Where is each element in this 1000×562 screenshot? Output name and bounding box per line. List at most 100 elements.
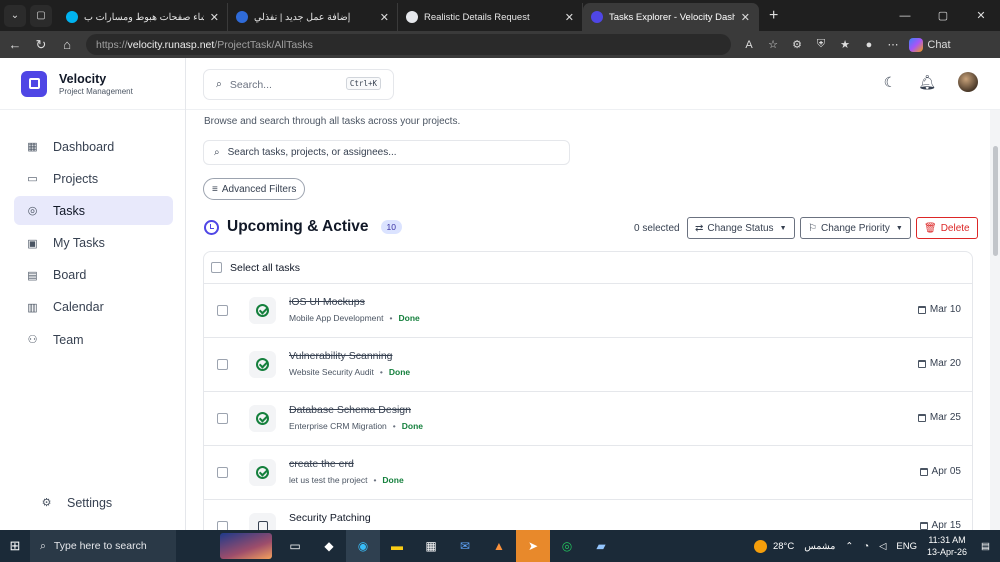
sidebar-item-my-tasks[interactable]: ▣ My Tasks — [14, 229, 173, 258]
task-title[interactable]: Database Schema Design — [289, 404, 411, 416]
chevron-up-icon[interactable]: ⌃ — [845, 541, 853, 552]
task-row[interactable]: Security Patching Apr 15 — [204, 500, 972, 530]
new-tab-button[interactable]: + — [769, 7, 778, 25]
advanced-filters-button[interactable]: ≡ Advanced Filters — [203, 178, 306, 200]
whatsapp-icon[interactable]: ◎ — [550, 530, 584, 562]
volume-icon[interactable]: ◁ — [879, 541, 886, 552]
weather-text[interactable]: مشمس — [804, 541, 835, 552]
tab-close-icon[interactable]: ✕ — [741, 11, 750, 24]
maximize-button[interactable]: ▢ — [924, 9, 962, 22]
temperature[interactable]: 28°C — [773, 541, 794, 552]
favorite-star-icon[interactable]: ☆ — [761, 38, 785, 51]
sidebar-item-projects[interactable]: ▭ Projects — [14, 164, 173, 193]
close-window-button[interactable]: ✕ — [962, 9, 1000, 22]
global-search-input[interactable]: ⌕ Search... Ctrl+K — [203, 69, 394, 100]
read-aloud-icon[interactable]: A — [737, 39, 761, 51]
task-project[interactable]: Mobile App Development — [289, 313, 384, 323]
search-highlight-image[interactable] — [220, 533, 272, 559]
notes-app-icon[interactable]: ▰ — [584, 530, 618, 562]
taskbar-search[interactable]: ⌕ Type here to search — [30, 530, 176, 562]
main-content: Browse and search through all tasks acro… — [186, 110, 1000, 530]
language-indicator[interactable]: ENG — [896, 541, 917, 552]
task-meta: Mobile App Development • Done — [289, 313, 420, 323]
sliders-icon: ≡ — [212, 183, 218, 195]
task-view-icon[interactable]: ▭ — [278, 530, 312, 562]
page-subtitle: Browse and search through all tasks acro… — [204, 116, 461, 127]
task-checkbox[interactable] — [217, 413, 228, 424]
profile-icon[interactable]: ● — [857, 39, 881, 51]
scrollbar-thumb[interactable] — [993, 146, 998, 256]
browser-tab[interactable]: Realistic Details Request ✕ — [398, 3, 583, 31]
notifications-icon[interactable]: ▤ — [981, 541, 990, 552]
workspaces-button[interactable]: ▢ — [30, 4, 52, 27]
tab-actions-button[interactable]: ⌄ — [4, 4, 26, 27]
bell-icon[interactable]: 🔔︎ — [918, 74, 936, 91]
task-title[interactable]: create the erd — [289, 458, 354, 470]
sidebar-item-board[interactable]: ▤ Board — [14, 261, 173, 290]
task-project[interactable]: Enterprise CRM Migration — [289, 421, 387, 431]
reload-icon[interactable]: ↻ — [28, 37, 54, 53]
copilot-app-icon[interactable]: ◆ — [312, 530, 346, 562]
task-checkbox[interactable] — [217, 305, 228, 316]
browser-tab[interactable]: إضافة عمل جديد | نفذلي ✕ — [228, 3, 398, 31]
task-project[interactable]: Website Security Audit — [289, 367, 374, 377]
task-row[interactable]: Vulnerability Scanning Website Security A… — [204, 338, 972, 392]
task-checkbox[interactable] — [217, 467, 228, 478]
avatar[interactable] — [958, 72, 978, 92]
mail-icon[interactable]: ✉ — [448, 530, 482, 562]
minimize-button[interactable]: — — [886, 10, 924, 22]
sidebar-item-dashboard[interactable]: ▦ Dashboard — [14, 132, 173, 161]
task-search-input[interactable]: ⌕ Search tasks, projects, or assignees..… — [203, 140, 570, 165]
task-title[interactable]: Security Patching — [289, 512, 371, 524]
edge-browser-icon[interactable]: ◉ — [346, 530, 380, 562]
extensions-icon[interactable]: ⚙ — [785, 38, 809, 51]
windows-taskbar: ⊞ ⌕ Type here to search ▭ ◆ ◉ ▬ ▦ ✉ ▲ ➤ … — [0, 530, 1000, 562]
browser-tab[interactable]: Tasks Explorer - Velocity Dashboard ✕ — [583, 3, 759, 31]
select-all-checkbox[interactable] — [211, 262, 222, 273]
url-field[interactable]: https://velocity.runasp.net/ProjectTask/… — [86, 34, 731, 55]
task-row[interactable]: create the erd let us test the project • Do… — [204, 446, 972, 500]
change-priority-button[interactable]: ⚐ Change Priority ▼ — [800, 217, 911, 239]
change-status-button[interactable]: ⇄ Change Status ▼ — [687, 217, 795, 239]
favorites-icon[interactable]: ★ — [833, 38, 857, 51]
file-explorer-icon[interactable]: ▬ — [380, 530, 414, 562]
task-row[interactable]: Database Schema Design Enterprise CRM Mig… — [204, 392, 972, 446]
meta-separator: • — [392, 421, 396, 431]
sidebar-item-tasks[interactable]: ◎ Tasks — [14, 196, 173, 226]
task-date-text: Apr 15 — [931, 520, 961, 530]
task-status-indicator — [249, 297, 276, 324]
home-icon[interactable]: ⌂ — [54, 37, 80, 52]
browser-tab[interactable]: خبير إنشاء صفحات هبوط ومسارات ب ✕ — [58, 3, 228, 31]
back-icon[interactable]: ← — [2, 37, 28, 52]
tab-close-icon[interactable]: ✕ — [210, 11, 219, 24]
brand[interactable]: Velocity Project Management — [0, 58, 185, 110]
telegram-icon[interactable]: ➤ — [516, 530, 550, 562]
task-title[interactable]: iOS UI Mockups — [289, 296, 365, 308]
weather-icon[interactable] — [753, 539, 767, 553]
shield-icon[interactable]: ⛨ — [809, 38, 833, 51]
caret-down-icon: ▼ — [895, 224, 903, 232]
task-checkbox[interactable] — [217, 521, 228, 530]
select-all-label[interactable]: Select all tasks — [230, 262, 300, 274]
store-icon[interactable]: ▦ — [414, 530, 448, 562]
task-row[interactable]: iOS UI Mockups Mobile App Development • Don… — [204, 284, 972, 338]
task-status: Done — [388, 367, 411, 377]
sidebar-item-calendar[interactable]: ▥ Calendar — [14, 293, 173, 322]
task-project[interactable]: let us test the project — [289, 475, 367, 485]
moon-icon[interactable]: ☾ — [884, 74, 897, 91]
sidebar: Velocity Project Management ▦ Dashboard ▭ P… — [0, 58, 186, 530]
tab-close-icon[interactable]: ✕ — [380, 11, 389, 24]
sidebar-item-settings[interactable]: ⚙ Settings — [28, 488, 188, 517]
copilot-chat-button[interactable]: Chat — [909, 37, 951, 52]
more-icon[interactable]: ⋯ — [881, 38, 905, 51]
task-title[interactable]: Vulnerability Scanning — [289, 350, 393, 362]
network-icon[interactable]: ◔ — [863, 541, 869, 552]
clock[interactable]: 11:31 AM 13-Apr-26 — [927, 534, 967, 558]
task-checkbox[interactable] — [217, 359, 228, 370]
windows-start-icon[interactable]: ⊞ — [0, 538, 30, 554]
vlc-icon[interactable]: ▲ — [482, 530, 516, 562]
tab-close-icon[interactable]: ✕ — [565, 11, 574, 24]
delete-button[interactable]: 🗑︎ Delete — [916, 217, 978, 239]
sidebar-item-team[interactable]: ⚇ Team — [14, 325, 173, 354]
page-scrollbar[interactable] — [990, 110, 1000, 530]
